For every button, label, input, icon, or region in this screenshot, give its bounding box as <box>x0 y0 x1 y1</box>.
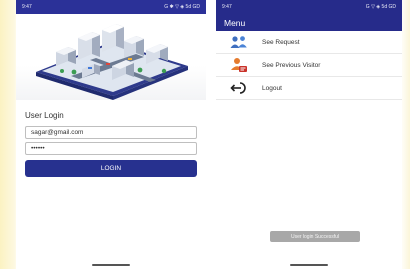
menu-screen: 9:47 G ▽ ◈ 5d GD Menu See Request See Pr… <box>216 0 402 269</box>
login-button[interactable]: LOGIN <box>25 160 197 177</box>
menu-item-label: Logout <box>262 84 282 92</box>
menu-list: See Request See Previous Visitor Logout <box>216 31 402 100</box>
login-form: User Login sagar@gmail.com •••••• LOGIN <box>16 100 206 181</box>
people-icon <box>230 34 248 50</box>
visitor-icon <box>230 57 248 73</box>
status-icons: G ▽ ◈ 5d GD <box>365 4 396 10</box>
menu-item-see-previous-visitor[interactable]: See Previous Visitor <box>216 54 402 77</box>
menu-item-logout[interactable]: Logout <box>216 77 402 100</box>
login-title: User Login <box>25 111 64 120</box>
status-icons: G ✱ ▽ ◈ 5d GD <box>164 4 200 10</box>
screenshot-stage: 9:47 G ✱ ▽ ◈ 5d GD User Login sagar@gmai… <box>0 0 410 269</box>
menu-item-label: See Request <box>262 38 300 46</box>
city-illustration <box>16 14 206 100</box>
status-time: 9:47 <box>22 4 32 10</box>
menu-item-label: See Previous Visitor <box>262 61 321 69</box>
city-illustration-image <box>36 24 188 100</box>
toast-message: User login Successful <box>270 231 360 242</box>
password-field[interactable]: •••••• <box>25 142 197 155</box>
status-bar: 9:47 G ✱ ▽ ◈ 5d GD <box>16 0 206 14</box>
gesture-nav-bar[interactable] <box>290 264 328 266</box>
menu-item-see-request[interactable]: See Request <box>216 31 402 54</box>
login-screen: 9:47 G ✱ ▽ ◈ 5d GD User Login sagar@gmai… <box>16 0 206 269</box>
gesture-nav-bar[interactable] <box>92 264 130 266</box>
logout-icon <box>230 80 248 96</box>
password-value: •••••• <box>31 145 45 152</box>
email-value: sagar@gmail.com <box>31 129 84 136</box>
email-field[interactable]: sagar@gmail.com <box>25 126 197 139</box>
menu-header: Menu <box>216 14 402 31</box>
menu-title: Menu <box>224 17 246 28</box>
status-bar: 9:47 G ▽ ◈ 5d GD <box>216 0 402 14</box>
status-time: 9:47 <box>222 4 232 10</box>
